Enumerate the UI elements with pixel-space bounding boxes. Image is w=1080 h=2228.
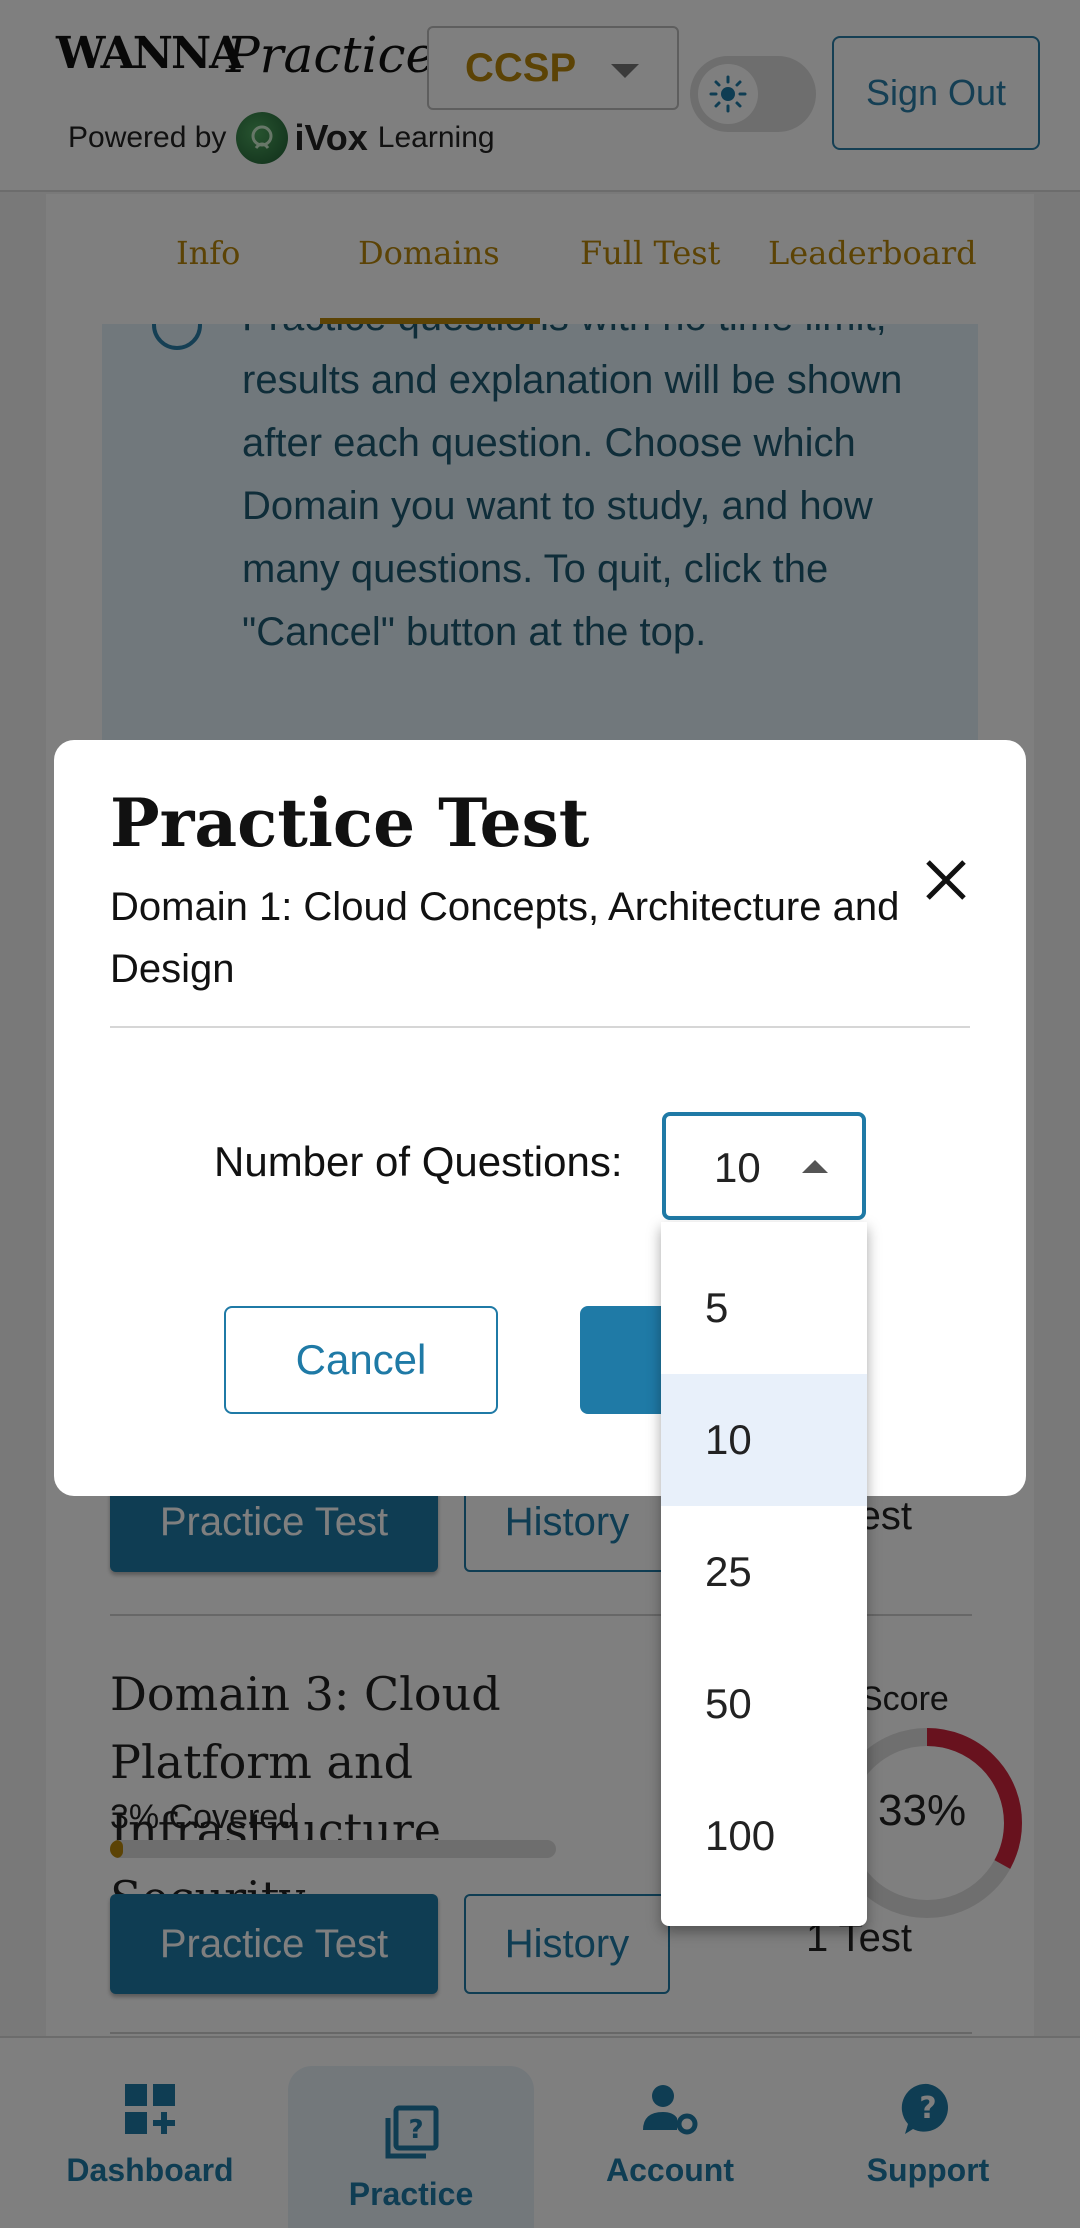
questions-label: Number of Questions: [214,1138,623,1185]
chevron-up-icon [802,1160,828,1173]
close-icon[interactable] [916,850,976,910]
cancel-button[interactable]: Cancel [224,1306,498,1414]
modal-divider [110,1026,970,1028]
dropdown-option[interactable]: 100 [661,1770,867,1902]
dropdown-option[interactable]: 10 [661,1374,867,1506]
dropdown-option[interactable]: 5 [661,1242,867,1374]
modal-subtitle: Domain 1: Cloud Concepts, Architecture a… [110,885,900,991]
practice-test-modal: Practice Test Domain 1: Cloud Concepts, … [54,740,1026,1496]
modal-title: Practice Test [110,784,590,862]
questions-dropdown-menu: 5 10 25 50 100 [661,1222,867,1926]
questions-select-value: 10 [714,1144,761,1191]
dropdown-option[interactable]: 50 [661,1638,867,1770]
questions-select[interactable]: 10 [662,1112,866,1220]
dropdown-option[interactable]: 25 [661,1506,867,1638]
